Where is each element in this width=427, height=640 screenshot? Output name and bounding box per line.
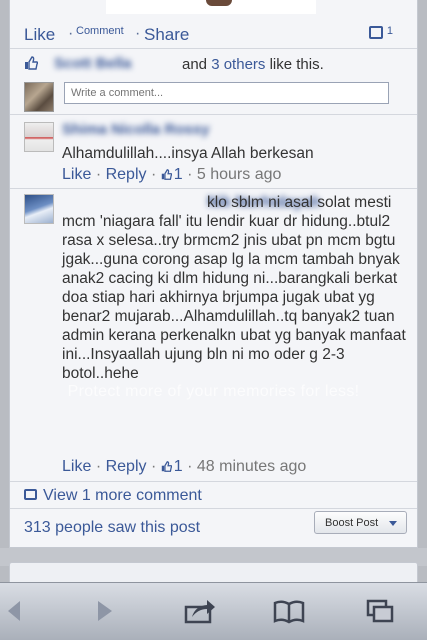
like-button[interactable]: Like: [24, 25, 55, 45]
share-button[interactable]: Share: [144, 25, 189, 45]
comment-input[interactable]: [64, 82, 389, 104]
browser-toolbar: [0, 582, 427, 640]
avatar[interactable]: [24, 194, 54, 224]
likes-summary: Scott Bella and 3 others like this.: [10, 54, 417, 76]
back-arrow-icon[interactable]: [0, 597, 34, 625]
divider: [10, 188, 417, 189]
separator-dot: ·: [187, 458, 197, 475]
separator-dot: ·: [135, 25, 141, 42]
divider: [10, 48, 417, 49]
post-card: Like · Comment · Share 1 Scott Bella and…: [9, 0, 418, 548]
comment-composer: [10, 80, 417, 116]
next-post-card[interactable]: [9, 562, 418, 582]
likes-text: and 3 others like this.: [182, 56, 324, 73]
likes-and: and: [182, 56, 208, 73]
comment-text: Alhamdulillah....insya Allah berkesan: [62, 145, 314, 162]
avatar[interactable]: [24, 122, 54, 152]
comment-reply-button[interactable]: Reply: [106, 166, 147, 183]
boost-label: Boost Post: [325, 517, 379, 529]
comment-meta: Like · Reply · 1 · 5 hours ago: [62, 166, 281, 184]
thumbs-up-icon: [25, 56, 38, 70]
liker-name-link[interactable]: Scott Bella: [54, 55, 132, 72]
comment-text: klo sblm ni asal solat mesti mcm 'niagar…: [62, 194, 406, 382]
comment-item: Shima Nicolla Rossy Alhamdulillah....ins…: [10, 118, 417, 190]
photo-detail: [206, 0, 232, 6]
separator-dot: ·: [95, 458, 106, 475]
comment-like-count[interactable]: 1: [174, 458, 183, 475]
comment-timestamp[interactable]: 48 minutes ago: [197, 458, 306, 475]
avatar: [24, 82, 54, 112]
thumbs-up-icon: [161, 169, 172, 180]
comment-like-button[interactable]: Like: [62, 458, 91, 475]
comment-button[interactable]: Comment: [76, 25, 124, 37]
separator-dot: ·: [187, 166, 197, 183]
share-icon[interactable]: [183, 597, 217, 625]
chevron-down-icon: [389, 521, 397, 526]
comment-bubble-icon: [24, 489, 37, 500]
tabs-icon[interactable]: [364, 597, 398, 625]
comment-timestamp[interactable]: 5 hours ago: [197, 166, 282, 183]
separator-dot: ·: [150, 458, 161, 475]
boost-post-button[interactable]: Boost Post: [314, 511, 407, 534]
separator-dot: ·: [68, 25, 74, 42]
seen-count[interactable]: 313 people saw this post: [24, 519, 200, 537]
comment-reply-button[interactable]: Reply: [106, 458, 147, 475]
comment-count[interactable]: 1: [387, 25, 393, 37]
thumbs-up-icon: [161, 461, 172, 472]
comment-meta: Like · Reply · 1 · 48 minutes ago: [62, 458, 306, 476]
separator-dot: ·: [95, 166, 106, 183]
divider: [10, 114, 417, 115]
view-more-label: View 1 more comment: [43, 487, 202, 504]
forward-arrow-icon[interactable]: [88, 597, 122, 625]
comment-bubble-icon[interactable]: [369, 26, 383, 39]
post-actions: Like · Comment · Share 1: [10, 22, 417, 44]
comment-author[interactable]: Shima Nicolla Rossy: [62, 121, 210, 138]
separator-dot: ·: [150, 166, 161, 183]
comment-like-count[interactable]: 1: [174, 166, 183, 183]
divider: [10, 481, 417, 482]
others-link[interactable]: 3 others: [211, 56, 265, 73]
likes-suffix: like this.: [269, 56, 324, 73]
divider: [10, 508, 417, 509]
view-more-comments-link[interactable]: View 1 more comment: [24, 487, 202, 505]
bookmarks-icon[interactable]: [272, 597, 306, 625]
comment-like-button[interactable]: Like: [62, 166, 91, 183]
comment-item: Nik Norhidayah klo sblm ni asal solat me…: [10, 192, 417, 482]
